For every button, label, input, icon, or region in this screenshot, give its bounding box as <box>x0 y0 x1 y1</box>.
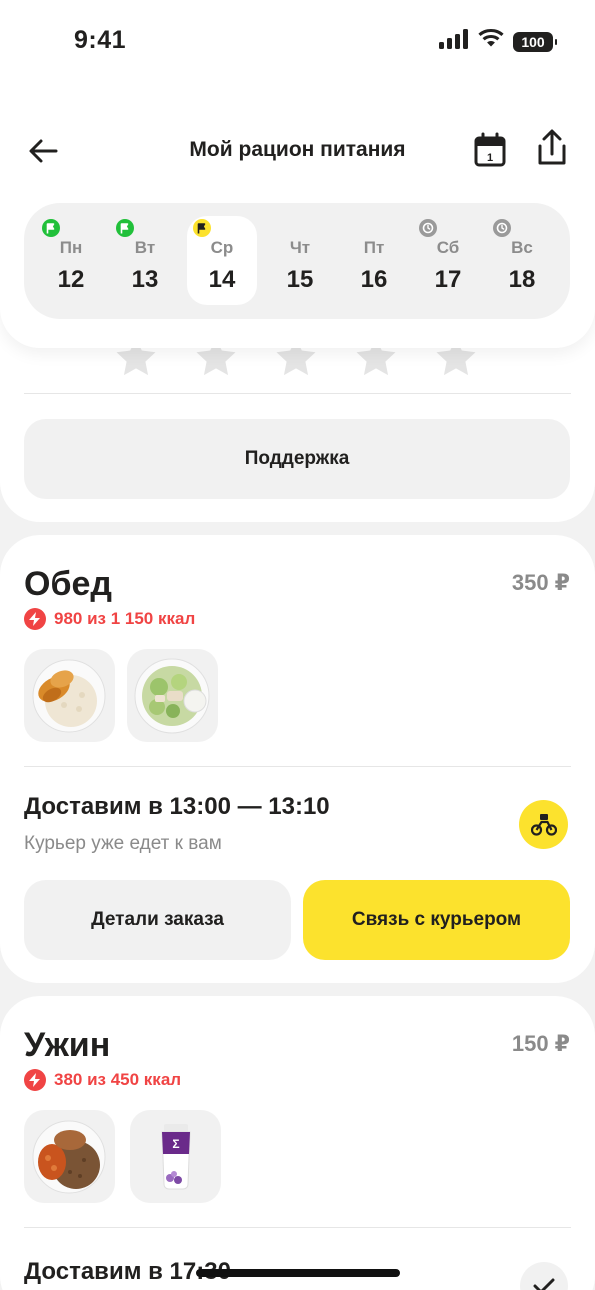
divider <box>24 766 571 767</box>
home-indicator[interactable] <box>196 1269 400 1277</box>
day-number: 16 <box>360 266 388 293</box>
dish-salad[interactable] <box>127 649 218 742</box>
meal-title: Обед <box>24 565 112 603</box>
day-number: 15 <box>286 266 314 293</box>
meal-kcal-text: 380 из 450 ккал <box>54 1070 182 1089</box>
meal-title: Ужин <box>24 1026 111 1064</box>
day-name: Пн <box>59 238 83 257</box>
check-icon[interactable] <box>520 1262 568 1290</box>
meal-card-lunch: Обед 350 ₽ 980 из 1 150 ккал Доставим в … <box>0 535 595 983</box>
signal-icon <box>439 29 469 54</box>
meal-kcal-text: 980 из 1 150 ккал <box>54 609 196 628</box>
day-number: 13 <box>131 266 159 293</box>
dish-chicken-rice[interactable] <box>24 649 115 742</box>
meal-kcal: 980 из 1 150 ккал <box>24 608 195 630</box>
week-day-picker: Пн 12 Вт 13 Ср 14 Чт 15 Пт 16 Сб 17 Вс 18 <box>24 203 570 319</box>
lightning-icon <box>24 608 46 630</box>
delivery-time: Доставим в 13:00 — 13:10 <box>24 793 330 820</box>
dish-list <box>24 649 218 742</box>
contact-courier-button[interactable]: Связь с курьером <box>303 880 570 960</box>
day-number: 14 <box>208 266 236 293</box>
divider <box>24 393 571 394</box>
day-4[interactable]: Пт 16 <box>339 216 409 305</box>
dish-yogurt-drink[interactable]: Σ <box>130 1110 221 1203</box>
day-number: 12 <box>57 266 85 293</box>
svg-text:Σ: Σ <box>172 1137 179 1151</box>
day-name: Вс <box>511 238 533 257</box>
day-2[interactable]: Ср 14 <box>187 216 257 305</box>
status-icons: 100 <box>439 29 557 54</box>
day-name: Пт <box>363 238 385 257</box>
day-number: 17 <box>434 266 462 293</box>
meal-card-dinner: Ужин 150 ₽ 380 из 450 ккал Σ Доставим в … <box>0 996 595 1290</box>
courier-bike-icon[interactable] <box>519 800 568 849</box>
flag-icon <box>193 219 211 237</box>
divider <box>24 1227 571 1228</box>
clock-icon <box>419 219 437 237</box>
day-name: Сб <box>436 238 460 257</box>
day-name: Вт <box>134 238 156 257</box>
header-card: 9:41 100 Мой рацион питания 1 Пн 12 Вт 13 Ср… <box>0 0 595 348</box>
support-button[interactable]: Поддержка <box>24 419 570 499</box>
dish-list: Σ <box>24 1110 221 1203</box>
day-number: 18 <box>508 266 536 293</box>
calendar-icon[interactable]: 1 <box>473 132 507 168</box>
meal-kcal: 380 из 450 ккал <box>24 1069 181 1091</box>
share-icon[interactable] <box>534 128 570 168</box>
meal-price: 150 ₽ <box>511 1031 570 1056</box>
order-details-button[interactable]: Детали заказа <box>24 880 291 960</box>
battery-icon: 100 <box>513 31 557 52</box>
lightning-icon <box>24 1069 46 1091</box>
wifi-icon <box>478 29 504 54</box>
day-1[interactable]: Вт 13 <box>110 216 180 305</box>
delivery-status: Курьер уже едет к вам <box>24 833 222 854</box>
day-5[interactable]: Сб 17 <box>413 216 483 305</box>
day-name: Чт <box>289 238 311 257</box>
day-0[interactable]: Пн 12 <box>36 216 106 305</box>
clock-icon <box>493 219 511 237</box>
svg-text:1: 1 <box>487 152 493 164</box>
nav-bar: Мой рацион питания 1 <box>0 128 595 172</box>
flag-icon <box>116 219 134 237</box>
status-bar: 9:41 100 <box>0 0 595 80</box>
flag-icon <box>42 219 60 237</box>
meal-price: 350 ₽ <box>511 570 570 595</box>
day-6[interactable]: Вс 18 <box>487 216 557 305</box>
dish-meat-buckwheat[interactable] <box>24 1110 115 1203</box>
status-time: 9:41 <box>74 26 127 54</box>
day-3[interactable]: Чт 15 <box>265 216 335 305</box>
day-name: Ср <box>210 238 234 257</box>
